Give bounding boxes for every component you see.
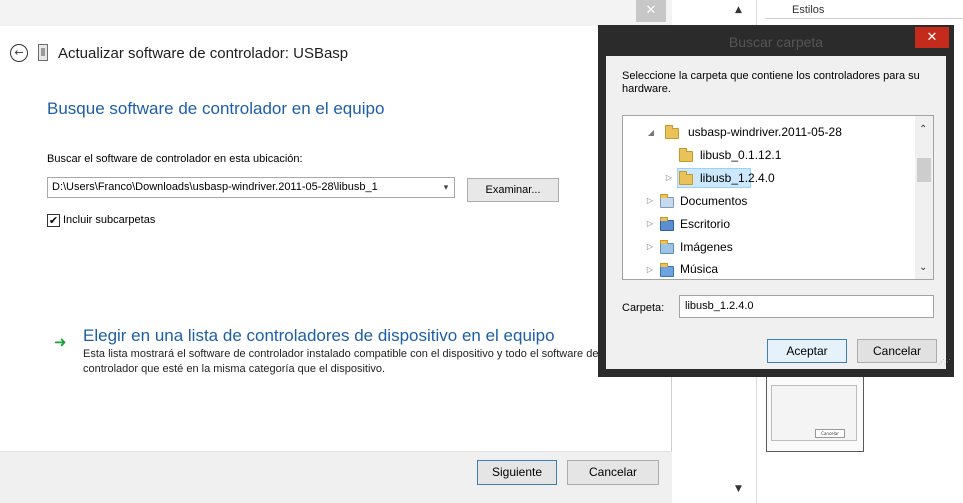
styles-label: Estilos — [792, 4, 825, 16]
ok-button[interactable]: Aceptar — [767, 339, 847, 363]
chevron-down-icon[interactable]: ⌄ — [919, 262, 927, 273]
back-arrow-icon[interactable]: ← — [10, 44, 28, 62]
scroll-up-icon[interactable]: ▲ — [735, 5, 742, 15]
tree-expand-icon[interactable]: ▷ — [645, 196, 655, 205]
include-subfolders-label[interactable]: Incluir subcarpetas — [63, 214, 155, 226]
preview-cancel-button: Cancelar — [815, 429, 845, 438]
tree-expand-icon[interactable]: ▷ — [664, 173, 674, 182]
styles-divider — [765, 18, 963, 19]
usb-device-icon — [38, 44, 48, 61]
music-folder-icon — [660, 263, 674, 277]
folder-icon — [665, 125, 679, 139]
path-combobox[interactable]: D:\Users\Franco\Downloads\usbasp-windriv… — [47, 177, 455, 198]
tree-scrollbar-thumb[interactable] — [917, 158, 931, 182]
tree-scrollbar[interactable] — [915, 116, 933, 279]
tree-expand-icon[interactable]: ▷ — [645, 219, 655, 228]
search-location-label: Buscar el software de controlador en est… — [47, 153, 303, 165]
tree-collapse-icon[interactable]: ◢ — [646, 128, 656, 137]
wizard-title: Actualizar software de controlador: USBa… — [58, 45, 349, 62]
path-value: D:\Users\Franco\Downloads\usbasp-windriv… — [52, 181, 378, 193]
tree-item-usbasp[interactable]: usbasp-windriver.2011-05-28 — [688, 122, 842, 142]
folder-field-label: Carpeta: — [622, 302, 665, 314]
wizard-close-button[interactable]: ✕ — [636, 0, 666, 22]
wizard-titlebar — [0, 0, 672, 26]
tree-item-libusb-0[interactable]: libusb_0.1.12.1 — [700, 145, 781, 165]
dialog-instruction: Seleccione la carpeta que contiene los c… — [622, 70, 920, 95]
driver-update-wizard — [0, 0, 672, 503]
green-arrow-icon: ➜ — [54, 333, 67, 351]
pictures-folder-icon — [660, 240, 674, 254]
pick-from-list-description: Esta lista mostrará el software de contr… — [83, 348, 599, 375]
chevron-down-icon[interactable]: ▾ — [440, 178, 452, 197]
tree-item-escritorio[interactable]: Escritorio — [680, 214, 730, 234]
tree-expand-icon[interactable]: ▷ — [645, 242, 655, 251]
documents-folder-icon — [660, 194, 674, 208]
include-subfolders-checkbox[interactable]: ✔ — [47, 214, 60, 227]
pick-from-list-link[interactable]: Elegir en una lista de controladores de … — [83, 326, 555, 346]
folder-icon — [679, 148, 693, 162]
tree-item-documentos[interactable]: Documentos — [680, 191, 747, 211]
tree-item-imagenes[interactable]: Imágenes — [680, 237, 733, 257]
cancel-button[interactable]: Cancelar — [567, 460, 659, 485]
dialog-title: Buscar carpeta — [728, 34, 824, 50]
tree-item-libusb-1[interactable]: libusb_1.2.4.0 — [700, 168, 775, 188]
next-button[interactable]: Siguiente — [477, 460, 557, 485]
desktop-folder-icon — [660, 217, 674, 231]
browse-button[interactable]: Examinar... — [467, 178, 559, 202]
folder-icon — [679, 171, 693, 185]
resize-grip-icon[interactable]: ⋰⋰ — [938, 358, 951, 366]
tree-item-musica[interactable]: Música — [680, 259, 718, 279]
scroll-down-icon[interactable]: ▼ — [735, 484, 742, 494]
chevron-up-icon[interactable]: ⌃ — [919, 124, 927, 135]
tree-expand-icon[interactable]: ▷ — [645, 265, 655, 274]
folder-field[interactable]: libusb_1.2.4.0 — [679, 295, 934, 318]
page-heading: Busque software de controlador en el equ… — [47, 99, 385, 118]
dialog-close-button[interactable]: ✕ — [915, 27, 949, 48]
dialog-cancel-button[interactable]: Cancelar — [857, 339, 937, 363]
